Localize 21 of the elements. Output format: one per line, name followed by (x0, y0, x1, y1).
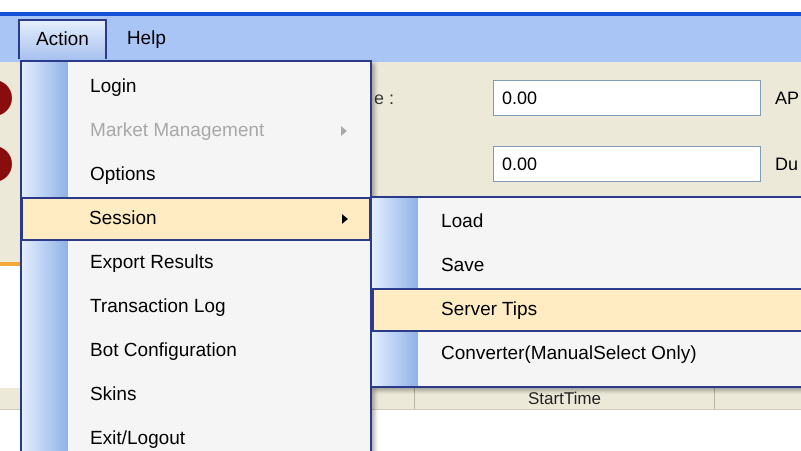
number-field[interactable]: 0.00 (493, 80, 761, 116)
menu-item[interactable]: Converter(ManualSelect Only) (372, 332, 801, 376)
number-field[interactable]: 0.00 (493, 146, 761, 182)
field-label: AP (775, 86, 800, 110)
menu-item[interactable]: Server Tips (372, 288, 801, 332)
submenu-arrow-icon (340, 125, 348, 137)
submenu-arrow-icon (341, 213, 349, 225)
menu-bar-item[interactable]: Help (108, 19, 184, 59)
menu-item[interactable]: Exit/Logout (22, 417, 370, 451)
field-label: e : (374, 86, 394, 110)
menu-item[interactable]: Login (22, 65, 370, 109)
menu-item[interactable]: Bot Configuration (22, 329, 370, 373)
menu-item[interactable]: Skins (22, 373, 370, 417)
menu-item[interactable]: Options (22, 153, 370, 197)
menu-bar-item[interactable]: Action (18, 19, 107, 59)
menu-item[interactable]: Load (372, 200, 801, 244)
menu-item[interactable]: Session (21, 197, 371, 241)
menu-item[interactable]: Transaction Log (22, 285, 370, 329)
menu-item[interactable]: Save (372, 244, 801, 288)
menu-item[interactable]: Export Results (22, 241, 370, 285)
field-label: Du (775, 152, 798, 176)
